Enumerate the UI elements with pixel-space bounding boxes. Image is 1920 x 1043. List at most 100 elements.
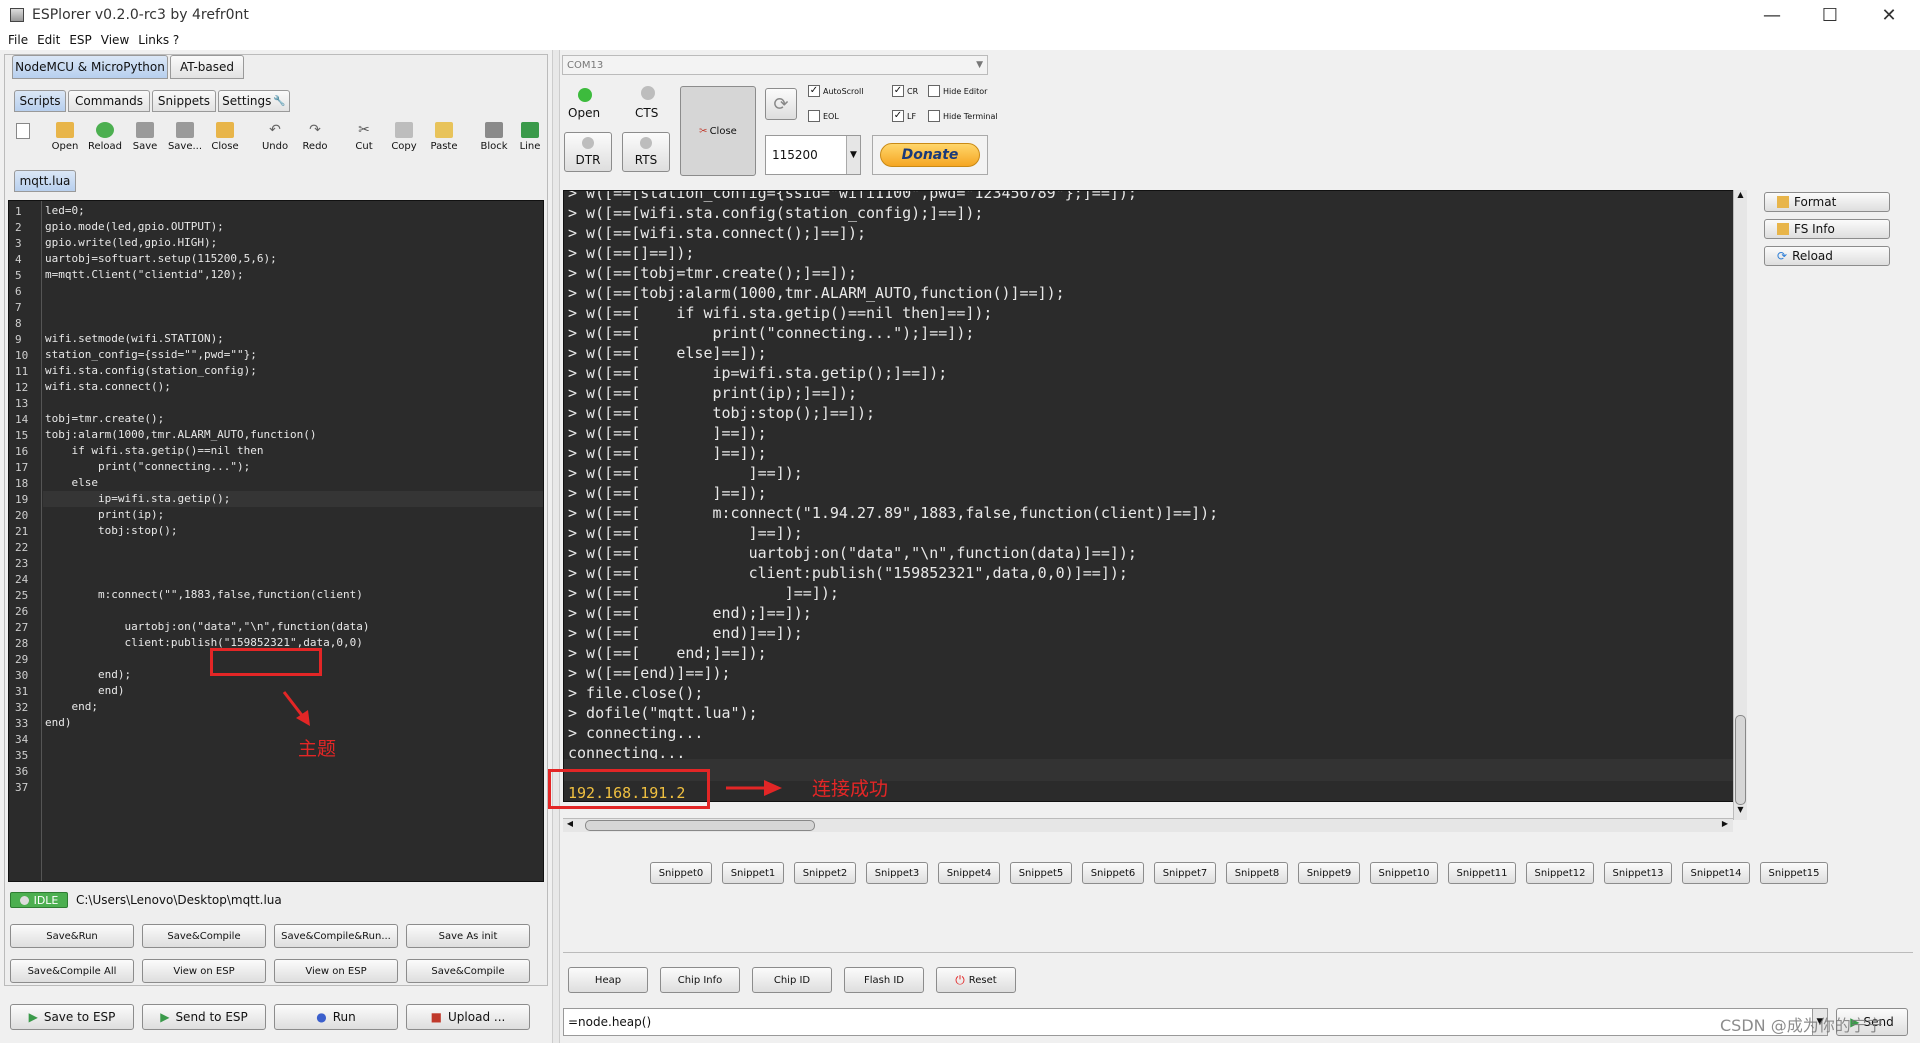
snippet-button-10[interactable]: Snippet10 bbox=[1370, 862, 1438, 884]
donate-button[interactable]: Donate bbox=[872, 135, 988, 175]
eol-check[interactable]: EOL bbox=[808, 110, 839, 122]
undo-tool[interactable]: ↶ Undo bbox=[255, 122, 295, 158]
baud-select[interactable]: 115200 ▼ bbox=[765, 135, 861, 175]
snippet-button-12[interactable]: Snippet12 bbox=[1526, 862, 1594, 884]
save-compile-button[interactable]: Save&Compile bbox=[142, 924, 266, 948]
hide-editor-check[interactable]: Hide Editor bbox=[928, 85, 987, 97]
hide-terminal-check[interactable]: Hide Terminal bbox=[928, 110, 998, 122]
scroll-up-icon[interactable]: ▲ bbox=[1734, 190, 1747, 204]
tab-settings[interactable]: Settings 🔧 bbox=[218, 90, 290, 112]
cr-check[interactable]: ✓ CR bbox=[892, 85, 918, 97]
success-annotation: 连接成功 bbox=[812, 778, 889, 800]
save-as-tool[interactable]: Save... bbox=[165, 122, 205, 158]
reset-button[interactable]: ⏻ Reset bbox=[936, 967, 1016, 993]
command-input[interactable]: =node.heap() bbox=[563, 1008, 1819, 1036]
dtr-button[interactable]: DTR bbox=[564, 132, 612, 172]
reload-files-button[interactable]: ⟳ Reload bbox=[1764, 246, 1890, 266]
save-compile-run-button[interactable]: Save&Compile&Run... bbox=[274, 924, 398, 948]
snippet-button-6[interactable]: Snippet6 bbox=[1082, 862, 1144, 884]
block-icon bbox=[485, 122, 503, 138]
paste-tool[interactable]: Paste bbox=[424, 122, 464, 158]
snippet-button-5[interactable]: Snippet5 bbox=[1010, 862, 1072, 884]
scroll-left-icon[interactable]: ◀ bbox=[563, 819, 577, 832]
snippet-button-11[interactable]: Snippet11 bbox=[1448, 862, 1516, 884]
split-divider[interactable] bbox=[552, 50, 560, 1043]
line-tool[interactable]: Line bbox=[514, 122, 546, 158]
format-button[interactable]: Format bbox=[1764, 192, 1890, 212]
block-tool[interactable]: Block bbox=[474, 122, 514, 158]
rts-button[interactable]: RTS bbox=[622, 132, 670, 172]
open-label[interactable]: Open bbox=[568, 106, 600, 120]
view-on-esp-button-2[interactable]: View on ESP bbox=[274, 959, 398, 983]
baud-value: 115200 bbox=[772, 148, 818, 162]
scroll-right-icon[interactable]: ▶ bbox=[1718, 819, 1732, 832]
tab-snippets[interactable]: Snippets bbox=[152, 90, 216, 112]
upload-button[interactable]: ■ Upload ... bbox=[406, 1004, 530, 1030]
heap-button[interactable]: Heap bbox=[568, 967, 648, 993]
flash-id-button[interactable]: Flash ID bbox=[844, 967, 924, 993]
snippet-button-2[interactable]: Snippet2 bbox=[794, 862, 856, 884]
redo-tool[interactable]: ↷ Redo bbox=[295, 122, 335, 158]
cut-tool[interactable]: ✂ Cut bbox=[344, 122, 384, 158]
chip-info-button[interactable]: Chip Info bbox=[660, 967, 740, 993]
tab-commands[interactable]: Commands bbox=[68, 90, 150, 112]
terminal-line: > w([==[station_config={ssid="wifi1100",… bbox=[568, 190, 1137, 202]
view-on-esp-button[interactable]: View on ESP bbox=[142, 959, 266, 983]
terminal-vertical-scrollbar[interactable]: ▲ ▼ bbox=[1733, 190, 1747, 820]
run-button[interactable]: ● Run bbox=[274, 1004, 398, 1030]
lf-check[interactable]: ✓ LF bbox=[892, 110, 916, 122]
snippet-button-1[interactable]: Snippet1 bbox=[722, 862, 784, 884]
terminal-horizontal-scrollbar[interactable]: ◀ ▶ bbox=[563, 818, 1733, 832]
menu-links[interactable]: Links ? bbox=[138, 33, 179, 47]
save-to-esp-button[interactable]: ▶ Save to ESP bbox=[10, 1004, 134, 1030]
refresh-ports-icon[interactable]: ⟳ bbox=[765, 88, 797, 120]
checkbox-empty-icon bbox=[808, 110, 820, 122]
close-window-button[interactable]: ✕ bbox=[1862, 0, 1916, 30]
snippet-button-0[interactable]: Snippet0 bbox=[650, 862, 712, 884]
info-icon bbox=[1777, 223, 1789, 235]
copy-tool[interactable]: Copy bbox=[384, 122, 424, 158]
code-editor[interactable]: 1 2 3 4 5 6 7 8 9 10 11 12 13 14 15 16 17 18 19 20 21 22 23 24 2… bbox=[8, 200, 544, 882]
save-run-button[interactable]: Save&Run bbox=[10, 924, 134, 948]
save-compile-button-2[interactable]: Save&Compile bbox=[406, 959, 530, 983]
close-tool[interactable]: Close bbox=[205, 122, 245, 158]
save-as-init-button[interactable]: Save As init bbox=[406, 924, 530, 948]
snippet-button-15[interactable]: Snippet15 bbox=[1760, 862, 1828, 884]
tab-at-based[interactable]: AT-based bbox=[170, 55, 244, 79]
file-path: C:\Users\Lenovo\Desktop\mqtt.lua bbox=[76, 893, 282, 907]
autoscroll-label: AutoScroll bbox=[823, 86, 864, 96]
horizontal-scroll-thumb[interactable] bbox=[585, 820, 815, 831]
port-select[interactable]: COM13 ▼ bbox=[562, 55, 988, 75]
reload-tool[interactable]: Reload bbox=[85, 122, 125, 158]
reload-icon bbox=[96, 122, 114, 138]
minimize-button[interactable]: — bbox=[1745, 0, 1799, 30]
snippet-button-8[interactable]: Snippet8 bbox=[1226, 862, 1288, 884]
snippet-button-9[interactable]: Snippet9 bbox=[1298, 862, 1360, 884]
fs-info-button[interactable]: FS Info bbox=[1764, 219, 1890, 239]
menu-esp[interactable]: ESP bbox=[69, 33, 91, 47]
menu-edit[interactable]: Edit bbox=[37, 33, 60, 47]
snippet-button-13[interactable]: Snippet13 bbox=[1604, 862, 1672, 884]
tab-scripts[interactable]: Scripts bbox=[14, 90, 66, 112]
autoscroll-check[interactable]: ✓ AutoScroll bbox=[808, 85, 864, 97]
scroll-down-icon[interactable]: ▼ bbox=[1734, 805, 1747, 819]
file-tab-mqtt[interactable]: mqtt.lua bbox=[14, 170, 76, 192]
tab-nodemcu[interactable]: NodeMCU & MicroPython bbox=[12, 55, 168, 79]
snippet-button-14[interactable]: Snippet14 bbox=[1682, 862, 1750, 884]
terminal-output[interactable]: > w([==[station_config={ssid="wifi1100",… bbox=[563, 190, 1738, 802]
snippet-button-3[interactable]: Snippet3 bbox=[866, 862, 928, 884]
new-file-icon[interactable] bbox=[16, 123, 30, 139]
save-compile-all-button[interactable]: Save&Compile All bbox=[10, 959, 134, 983]
maximize-button[interactable]: ☐ bbox=[1803, 0, 1857, 30]
vertical-scroll-thumb[interactable] bbox=[1735, 715, 1746, 805]
save-tool[interactable]: Save bbox=[125, 122, 165, 158]
donate-label: Donate bbox=[880, 143, 980, 167]
close-port-button[interactable]: ✂ Close bbox=[680, 86, 756, 176]
chip-id-button[interactable]: Chip ID bbox=[752, 967, 832, 993]
open-tool[interactable]: Open bbox=[45, 122, 85, 158]
snippet-button-4[interactable]: Snippet4 bbox=[938, 862, 1000, 884]
send-to-esp-button[interactable]: ▶ Send to ESP bbox=[142, 1004, 266, 1030]
snippet-button-7[interactable]: Snippet7 bbox=[1154, 862, 1216, 884]
menu-file[interactable]: File bbox=[8, 33, 28, 47]
menu-view[interactable]: View bbox=[101, 33, 129, 47]
